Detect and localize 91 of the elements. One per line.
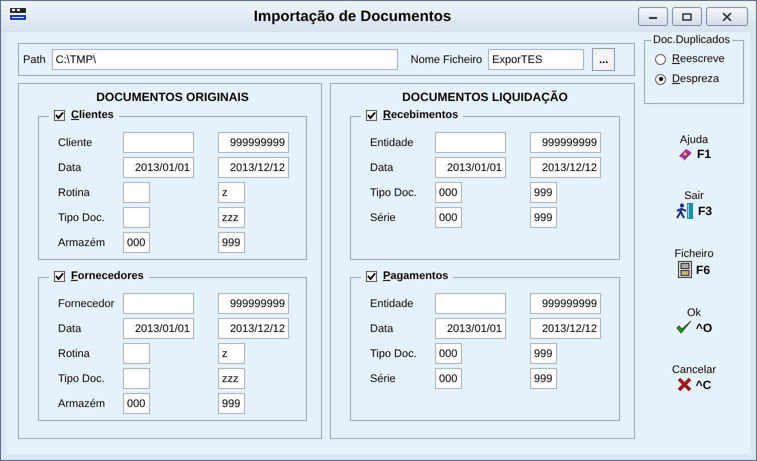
duplicates-title: Doc.Duplicados (651, 34, 732, 46)
field-label: Data (58, 162, 82, 174)
path-field[interactable]: C:\TMP\ (52, 49, 398, 70)
from-field[interactable]: 000 (435, 182, 462, 203)
to-field[interactable]: 999 (530, 368, 557, 389)
checkbox[interactable] (54, 270, 65, 282)
to-field[interactable]: 999 (530, 207, 557, 228)
from-field[interactable]: 2013/01/01 (123, 157, 194, 178)
to-field[interactable]: 999 (218, 393, 245, 414)
checkbox[interactable] (54, 110, 65, 120)
field-label: Entidade (370, 298, 414, 310)
shortcut-button[interactable]: Sair F3 (676, 190, 712, 219)
checkmark-icon (676, 320, 692, 335)
from-field[interactable] (123, 293, 194, 314)
file-name-label: Nome Ficheiro (410, 54, 482, 66)
to-field[interactable]: 999999999 (218, 293, 289, 314)
shortcut-button[interactable]: Ok ^O (676, 307, 712, 335)
field-label: Data (370, 162, 394, 174)
shortcut-button[interactable]: Cancelar ^C (672, 364, 716, 392)
exit-icon (676, 203, 694, 219)
minimize-button[interactable] (638, 7, 668, 26)
field-label: Entidade (370, 136, 414, 148)
to-field[interactable]: 999 (218, 232, 245, 253)
from-field[interactable] (123, 368, 150, 389)
field-label: Fornecedor (58, 298, 116, 310)
field-label: Tipo Doc. (58, 372, 106, 384)
window-title: Importação de Documentos (252, 8, 452, 25)
field-label: Cliente (58, 136, 94, 148)
from-field[interactable]: 000 (123, 232, 150, 253)
to-field[interactable]: zzz (218, 368, 245, 389)
close-button[interactable] (706, 7, 748, 26)
field-label: Série (370, 372, 397, 384)
field-label: Rotina (58, 186, 91, 198)
close-icon (722, 12, 732, 20)
to-field[interactable]: 2013/12/12 (218, 318, 289, 339)
field-label: Série (370, 212, 397, 224)
from-field[interactable] (123, 343, 150, 364)
to-field[interactable]: 2013/12/12 (530, 157, 601, 178)
shortcut-button[interactable]: Ficheiro F6 (674, 248, 714, 278)
from-field[interactable]: 000 (435, 368, 462, 389)
section-title: DOCUMENTOS LIQUIDAÇÃO (401, 90, 569, 104)
field-label: Tipo Doc. (58, 212, 106, 224)
to-field[interactable]: z (218, 182, 245, 203)
radio-option[interactable]: Reescreve (655, 53, 743, 65)
to-field[interactable]: 999 (530, 343, 557, 364)
to-field[interactable]: 2013/12/12 (218, 157, 289, 178)
from-field[interactable]: 2013/01/01 (435, 157, 506, 178)
field-label: Armazém (58, 236, 106, 248)
group-checkbox[interactable]: Recebimentos (361, 109, 464, 121)
file-name-field[interactable]: ExporTES (488, 49, 584, 70)
from-field[interactable] (123, 207, 150, 228)
to-field[interactable]: 999999999 (530, 293, 601, 314)
to-field[interactable]: 999 (530, 182, 557, 203)
group-checkbox[interactable]: Pagamentos (361, 270, 454, 282)
field-label: Rotina (58, 348, 91, 360)
from-field[interactable] (123, 182, 150, 203)
cabinet-icon (678, 261, 692, 278)
cross-icon (676, 377, 692, 392)
group-checkbox[interactable]: Clientes (49, 109, 119, 121)
app-icon (9, 6, 27, 20)
field-label: Armazém (58, 398, 106, 410)
field-label: Data (58, 322, 82, 334)
from-field[interactable]: 000 (435, 343, 462, 364)
from-field[interactable]: 2013/01/01 (123, 318, 194, 339)
book-icon (676, 147, 693, 161)
from-field[interactable] (435, 293, 506, 314)
to-field[interactable]: 2013/12/12 (530, 318, 601, 339)
radio-button[interactable] (655, 54, 666, 64)
group-checkbox[interactable]: Fornecedores (49, 270, 149, 282)
maximize-icon (682, 12, 692, 20)
radio-option[interactable]: Despreza (655, 73, 743, 85)
to-field[interactable]: 999999999 (218, 132, 289, 153)
shortcut-button[interactable]: Ajuda F1 (676, 134, 711, 161)
checkbox[interactable] (366, 270, 377, 282)
from-field[interactable] (123, 132, 194, 153)
path-label: Path (23, 54, 46, 66)
radio-button[interactable] (655, 74, 666, 84)
to-field[interactable]: z (218, 343, 245, 364)
from-field[interactable]: 000 (123, 393, 150, 414)
maximize-button[interactable] (672, 7, 702, 26)
browse-button[interactable]: ... (592, 48, 616, 71)
section-title: DOCUMENTOS ORIGINAIS (95, 90, 250, 104)
from-field[interactable]: 2013/01/01 (435, 318, 506, 339)
from-field[interactable] (435, 132, 506, 153)
field-label: Data (370, 322, 394, 334)
to-field[interactable]: zzz (218, 207, 245, 228)
checkbox[interactable] (366, 110, 377, 120)
field-label: Tipo Doc. (370, 186, 418, 198)
field-label: Tipo Doc. (370, 348, 418, 360)
from-field[interactable]: 000 (435, 207, 462, 228)
to-field[interactable]: 999999999 (530, 132, 601, 153)
